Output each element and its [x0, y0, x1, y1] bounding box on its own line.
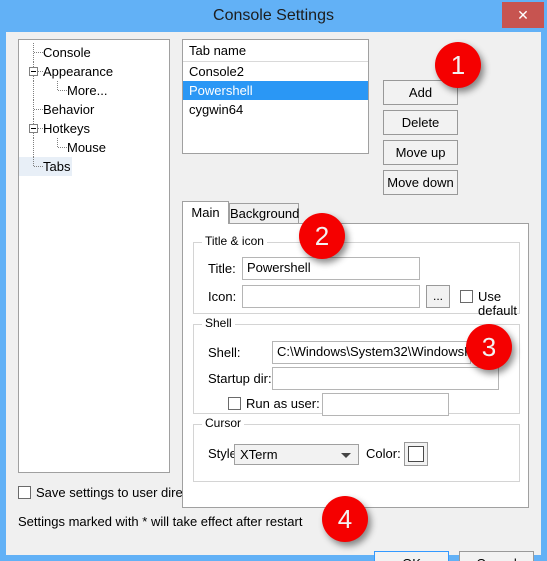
annotation-badge-2: 2 — [299, 213, 345, 259]
tree-item-label: Console — [43, 45, 91, 60]
run-as-user-input[interactable] — [322, 393, 449, 416]
console-settings-dialog: Console Settings ✕ Console Appearance Mo… — [0, 0, 547, 561]
move-down-button[interactable]: Move down — [383, 170, 458, 195]
use-default-label: Use default — [478, 289, 518, 318]
icon-input[interactable] — [242, 285, 420, 308]
restart-note: Settings marked with * will take effect … — [18, 514, 303, 529]
title-and-icon-group: Title & icon Title: Powershell Icon: ...… — [193, 235, 520, 318]
group-legend: Title & icon — [202, 235, 267, 248]
startup-dir-label: Startup dir: — [208, 371, 272, 386]
tab-name-column-header: Tab name — [183, 40, 368, 62]
tree-line — [33, 138, 34, 157]
group-legend: Shell — [202, 317, 235, 330]
tree-line — [58, 90, 67, 91]
run-as-user-checkbox[interactable] — [228, 397, 241, 410]
tree-line — [33, 81, 34, 100]
title-bar: Console Settings ✕ — [0, 0, 547, 32]
color-swatch — [408, 446, 424, 462]
save-settings-checkbox[interactable] — [18, 486, 31, 499]
shell-input[interactable]: C:\Windows\System32\WindowsPowerShe — [272, 341, 471, 364]
window-title: Console Settings — [213, 7, 334, 24]
delete-button[interactable]: Delete — [383, 110, 458, 135]
tree-item-mouse[interactable]: Mouse — [19, 138, 169, 157]
icon-browse-button[interactable]: ... — [426, 285, 450, 308]
startup-dir-input[interactable] — [272, 367, 499, 390]
annotation-badge-3: 3 — [466, 324, 512, 370]
tree-line — [58, 147, 67, 148]
tree-line — [33, 157, 34, 167]
tree-line — [34, 109, 43, 110]
tree-item-more[interactable]: More... — [19, 81, 169, 100]
tab-background[interactable]: Background — [229, 203, 299, 223]
cursor-style-select[interactable]: XTerm — [234, 444, 359, 465]
title-input[interactable]: Powershell — [242, 257, 420, 280]
expander-minus-icon[interactable] — [29, 124, 38, 133]
shell-label: Shell: — [208, 345, 241, 360]
expander-minus-icon[interactable] — [29, 67, 38, 76]
tree-item-console[interactable]: Console — [19, 43, 169, 62]
cancel-button[interactable]: Cancel — [459, 551, 534, 561]
tree-item-label: Behavior — [43, 102, 95, 117]
list-item[interactable]: Powershell — [183, 81, 368, 100]
settings-tree[interactable]: Console Appearance More... Behavior Hotk… — [18, 39, 170, 473]
chevron-down-icon — [341, 453, 351, 458]
tree-line — [34, 52, 43, 53]
close-icon[interactable]: ✕ — [502, 2, 544, 28]
tree-line — [34, 166, 43, 167]
list-item[interactable]: cygwin64 — [183, 100, 368, 119]
tree-item-label: Tabs — [19, 157, 73, 176]
dialog-client-area: Console Appearance More... Behavior Hotk… — [6, 32, 541, 561]
icon-label: Icon: — [208, 289, 237, 304]
use-default-checkbox[interactable] — [460, 290, 473, 303]
list-item[interactable]: Console2 — [183, 62, 368, 81]
tab-main[interactable]: Main — [182, 201, 229, 224]
tree-item-behavior[interactable]: Behavior — [19, 100, 169, 119]
cursor-group: Cursor Style: XTerm Color: — [193, 417, 520, 482]
tree-item-appearance[interactable]: Appearance — [19, 62, 169, 81]
cursor-color-label: Color: — [366, 446, 401, 461]
tab-name-list[interactable]: Tab name Console2 Powershell cygwin64 — [182, 39, 369, 154]
run-as-user-label: Run as user: — [246, 396, 320, 411]
cursor-color-button[interactable] — [404, 442, 428, 466]
move-up-button[interactable]: Move up — [383, 140, 458, 165]
group-legend: Cursor — [202, 417, 245, 430]
tree-item-hotkeys[interactable]: Hotkeys — [19, 119, 169, 138]
tree-item-tabs[interactable]: Tabs — [19, 157, 169, 176]
annotation-badge-1: 1 — [435, 42, 481, 88]
ok-button[interactable]: OK — [374, 551, 449, 561]
cursor-style-value: XTerm — [240, 447, 278, 462]
title-label: Title: — [208, 261, 236, 276]
annotation-badge-4: 4 — [322, 496, 368, 542]
